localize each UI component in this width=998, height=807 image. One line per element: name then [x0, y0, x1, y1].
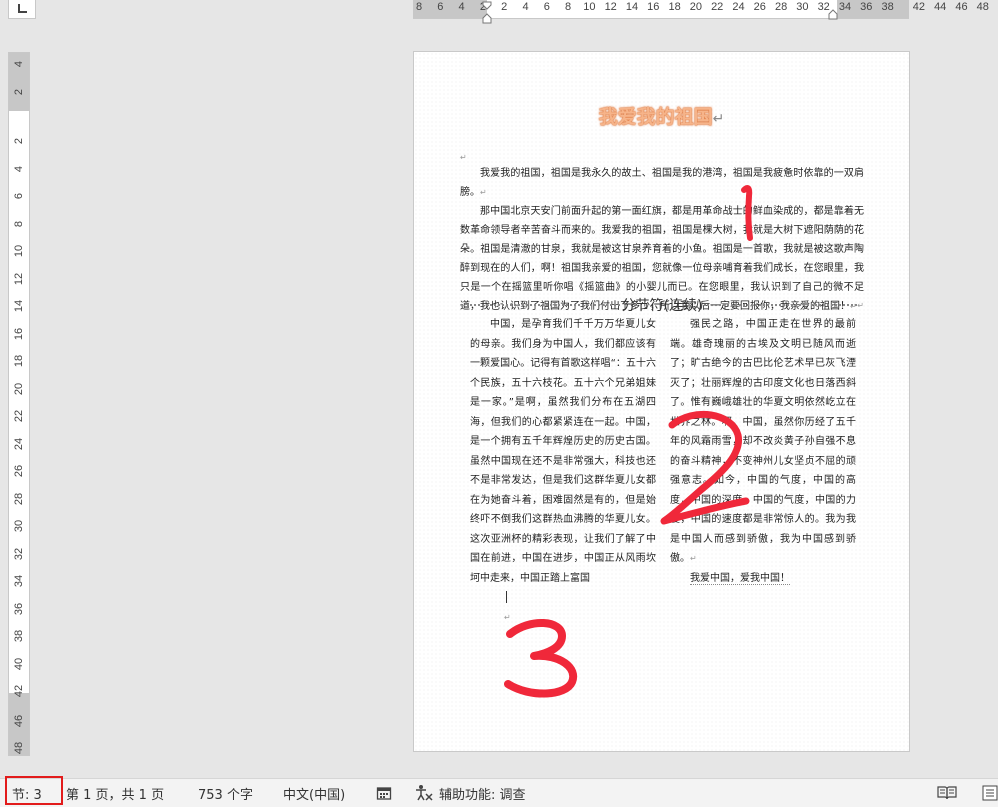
ruler-tick: 22: [13, 409, 25, 423]
ruler-tick: 24: [732, 1, 745, 13]
ruler-tick: 36: [860, 1, 873, 13]
ruler-tick: 20: [689, 1, 703, 13]
text-cursor: [506, 591, 507, 603]
ruler-tick: 20: [13, 382, 25, 395]
ruler-tick: 18: [668, 1, 681, 13]
print-layout-icon[interactable]: [982, 785, 998, 801]
ruler-tick: 38: [881, 1, 894, 13]
ruler-tick: 46: [13, 714, 25, 727]
ruler-tick: 14: [13, 299, 25, 313]
ruler-tick: 30: [796, 1, 809, 13]
ruler-tick: 38: [13, 629, 25, 643]
ruler-tick: 36: [13, 602, 25, 615]
ruler-tick: 16: [13, 327, 25, 340]
ruler-tick: 34: [13, 574, 25, 588]
ruler-tick: 44: [934, 1, 947, 13]
accessibility-icon[interactable]: [414, 784, 434, 802]
ruler-tick: 28: [774, 1, 788, 13]
ruler-tick: 48: [976, 1, 989, 13]
ruler-tick: 26: [13, 464, 25, 478]
ruler-tick: 40: [13, 657, 25, 670]
ruler-tick: 4: [13, 165, 25, 172]
ruler-tick: 46: [955, 1, 968, 13]
ruler-left-margin: [413, 0, 487, 18]
macro-record-icon[interactable]: [376, 785, 392, 801]
language-indicator[interactable]: 中文(中国): [283, 784, 345, 803]
ruler-tick: 16: [647, 1, 660, 13]
ruler-tick: 24: [13, 437, 25, 450]
ruler-tick: 6: [543, 1, 550, 13]
ruler-tick: 48: [13, 741, 25, 755]
ruler-tick: 42: [13, 684, 25, 698]
read-mode-icon[interactable]: [937, 785, 957, 801]
ruler-tick: 2: [13, 137, 25, 145]
document-title: 我爱我的祖国↵: [598, 106, 725, 128]
ruler-tick: 4: [458, 1, 465, 13]
page-indicator[interactable]: 第 1 页，共 1 页: [66, 784, 164, 803]
section-break: ↵ 分节符(连续) ↵: [460, 296, 864, 314]
ruler-tick: 28: [13, 492, 25, 505]
tab-stop-icon: [17, 3, 27, 13]
ruler-tick: 6: [437, 1, 444, 13]
ruler-tick: 8: [13, 220, 25, 227]
ruler-tick: 12: [604, 1, 617, 13]
ruler-tick: 18: [13, 354, 25, 368]
ruler-toggle[interactable]: [8, 0, 36, 19]
ruler-tick: 22: [711, 1, 724, 13]
ruler-tick: 14: [625, 1, 639, 13]
accessibility-status[interactable]: 辅助功能: 调查: [439, 784, 526, 803]
ruler-tick: 8: [565, 1, 572, 13]
ruler-tick: 42: [912, 1, 926, 13]
text-column-left: 中国，是孕育我们千千万万华夏儿女的母亲。我们身为中国人，我们都应该有一颗爱国心。…: [470, 319, 656, 622]
right-indent-icon[interactable]: [828, 6, 838, 20]
ruler-tick: 8: [415, 1, 423, 13]
ruler-tick: 26: [753, 1, 766, 13]
section-indicator[interactable]: 节: 3: [12, 784, 42, 803]
ruler-tick: 12: [13, 272, 25, 285]
ruler-tick: 6: [13, 192, 25, 200]
left-indent-icon[interactable]: [482, 10, 492, 24]
ruler-tick: 10: [13, 244, 25, 258]
document-page[interactable]: 我爱我的祖国↵ ↵ 我爱我的祖国，祖国是我永久的故土、祖国是我的港湾，祖国是我疲…: [413, 51, 910, 752]
word-count[interactable]: 753 个字: [198, 784, 253, 803]
body-text: ↵ 我爱我的祖国，祖国是我永久的故土、祖国是我的港湾，祖国是我疲惫时依靠的一双肩…: [460, 152, 864, 316]
text-column-right: 强民之路，中国正走在世界的最前端。雄奇瑰丽的古埃及文明已随风而逝了；旷古绝今的古…: [670, 319, 856, 585]
ruler-tick: 10: [583, 1, 596, 13]
vertical-ruler[interactable]: 4 2 2 4 6 8 10 12 14 16 18 20 22 24 26 28 30 32 34 36 38 40 42…: [8, 52, 30, 756]
ruler-tick: 2: [13, 88, 25, 95]
status-bar: 节: 3 第 1 页，共 1 页 753 个字 中文(中国) 辅助功能: 调查: [0, 776, 998, 807]
ruler-tick: 4: [13, 60, 25, 68]
ruler-tick: 2: [501, 1, 508, 13]
ruler-tick: 32: [13, 547, 25, 560]
ruler-tick: 4: [522, 1, 529, 13]
horizontal-ruler[interactable]: 8 6 4 2 2 4 6 8 10 12 14 16 18 20 22 24 26 28 30 32 34 36 38 42…: [413, 0, 989, 24]
section-break-label: 分节符(连续): [621, 298, 703, 314]
ruler-tick: 34: [838, 1, 852, 13]
paragraph: 我爱我的祖国，祖国是我永久的故土、祖国是我的港湾，祖国是我疲惫时依靠的一双肩膀。…: [460, 168, 864, 198]
ruler-tick: 30: [13, 519, 25, 533]
